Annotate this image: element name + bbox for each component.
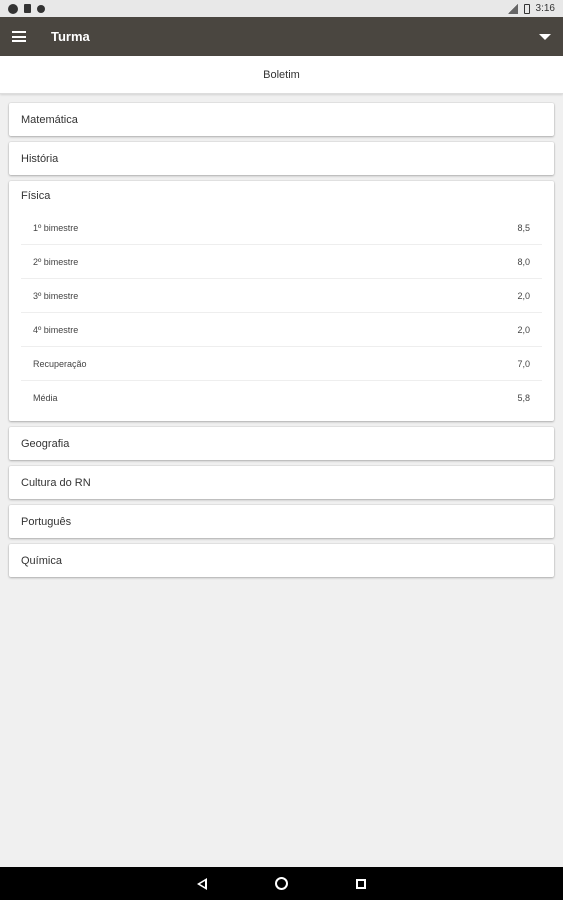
- grade-value: 7,0: [517, 358, 530, 369]
- grade-value: 2,0: [517, 290, 530, 301]
- grade-label: 4º bimestre: [33, 324, 79, 335]
- subject-card-header[interactable]: Matemática: [9, 103, 554, 136]
- subject-card-header[interactable]: Física: [9, 181, 554, 211]
- subject-card-fisica[interactable]: Física 1º bimestre 8,5 2º bimestre 8,0 3…: [9, 181, 554, 421]
- grade-label: 2º bimestre: [33, 256, 79, 267]
- subject-card-header[interactable]: Geografia: [9, 427, 554, 460]
- grade-value: 5,8: [517, 393, 530, 403]
- grade-label: Recuperação: [33, 358, 87, 369]
- status-left-icons: [8, 3, 45, 14]
- system-nav-bar: [0, 867, 563, 900]
- signal-icon: [507, 3, 518, 14]
- subject-card-header[interactable]: História: [9, 142, 554, 175]
- subject-card-header[interactable]: Química: [9, 544, 554, 577]
- grade-label: 3º bimestre: [33, 290, 79, 301]
- grade-row: Recuperação 7,0: [21, 347, 542, 381]
- settings-icon: [37, 4, 45, 13]
- status-bar: 3:16: [0, 0, 563, 17]
- grade-value: 8,5: [517, 222, 530, 233]
- subject-card-historia[interactable]: História: [9, 142, 554, 175]
- subject-list: Matemática História Física 1º bimestre 8…: [9, 103, 554, 583]
- grade-row: 1º bimestre 8,5: [21, 211, 542, 245]
- recents-icon[interactable]: [356, 878, 366, 889]
- grade-list: 1º bimestre 8,5 2º bimestre 8,0 3º bimes…: [9, 211, 554, 421]
- grade-label: 1º bimestre: [33, 222, 79, 233]
- battery-icon: [523, 3, 530, 14]
- subject-card-matematica[interactable]: Matemática: [9, 103, 554, 136]
- grade-row: 3º bimestre 2,0: [21, 279, 542, 313]
- subject-card-portugues[interactable]: Português: [9, 505, 554, 538]
- grade-row: Média 5,8: [21, 381, 542, 415]
- grade-value: 8,0: [517, 256, 530, 267]
- hamburger-menu-icon[interactable]: [12, 31, 26, 42]
- sd-card-icon: [24, 4, 31, 13]
- subheader: Boletim: [0, 56, 563, 94]
- grade-row: 2º bimestre 8,0: [21, 245, 542, 279]
- vpn-icon: [8, 3, 18, 14]
- back-icon[interactable]: [197, 877, 207, 890]
- subject-card-header[interactable]: Cultura do RN: [9, 466, 554, 499]
- page-title: Boletim: [263, 68, 300, 81]
- status-time: 3:16: [535, 3, 555, 14]
- app-bar: Turma: [0, 17, 563, 56]
- dropdown-arrow-icon[interactable]: [539, 33, 551, 40]
- home-icon[interactable]: [275, 877, 288, 890]
- grade-value: 2,0: [517, 324, 530, 335]
- grade-label: Média: [33, 393, 58, 403]
- subject-card-geografia[interactable]: Geografia: [9, 427, 554, 460]
- subject-card-quimica[interactable]: Química: [9, 544, 554, 577]
- grade-row: 4º bimestre 2,0: [21, 313, 542, 347]
- status-right-icons: 3:16: [507, 3, 555, 14]
- subject-card-cultura-rn[interactable]: Cultura do RN: [9, 466, 554, 499]
- subject-card-header[interactable]: Português: [9, 505, 554, 538]
- app-title: Turma: [51, 29, 90, 44]
